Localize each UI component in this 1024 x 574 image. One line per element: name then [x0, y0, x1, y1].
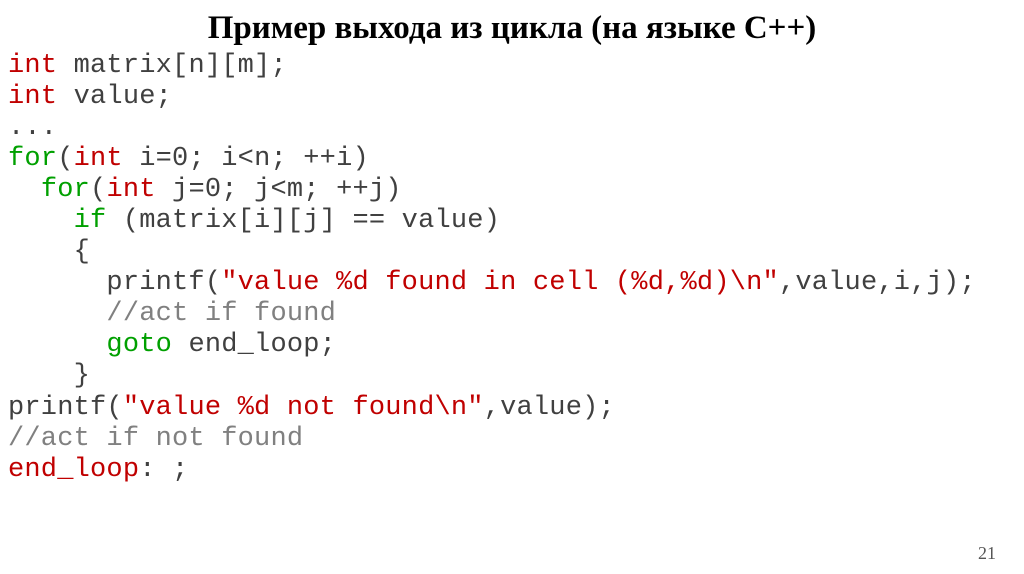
code-token: goto	[106, 330, 172, 360]
code-token: ...	[8, 113, 57, 143]
code-token: ,value);	[484, 393, 615, 423]
code-token: (matrix[i][j] == value)	[106, 206, 500, 236]
slide: Пример выхода из цикла (на языке С++) in…	[0, 10, 1024, 574]
code-token	[8, 330, 106, 360]
code-token: "value %d not found\n"	[123, 393, 484, 423]
code-token: (	[90, 175, 106, 205]
code-block: int matrix[n][m]; int value; ... for(int…	[0, 51, 1024, 486]
code-token	[8, 175, 41, 205]
code-token: j=0; j<m; ++j)	[156, 175, 402, 205]
code-token: "value %d found in cell (%d,%d)\n"	[221, 268, 779, 298]
code-token: value;	[57, 82, 172, 112]
code-token	[8, 206, 74, 236]
code-token: int	[8, 82, 57, 112]
code-token: matrix[n][m];	[57, 51, 287, 81]
code-token: : ;	[139, 455, 188, 485]
code-token: (	[57, 144, 73, 174]
code-token: for	[41, 175, 90, 205]
code-token: printf(	[8, 393, 123, 423]
code-token: for	[8, 144, 57, 174]
code-token: i=0; i<n; ++i)	[123, 144, 369, 174]
code-token: printf(	[8, 268, 221, 298]
code-token: end_loop;	[172, 330, 336, 360]
code-token	[8, 299, 106, 329]
code-token: }	[8, 361, 90, 391]
code-token: {	[8, 237, 90, 267]
code-token: if	[74, 206, 107, 236]
code-token: int	[106, 175, 155, 205]
code-token: end_loop	[8, 455, 139, 485]
code-token: //act if found	[106, 299, 336, 329]
code-token: ,value,i,j);	[779, 268, 976, 298]
page-number: 21	[978, 543, 996, 564]
slide-title: Пример выхода из цикла (на языке С++)	[0, 10, 1024, 47]
code-token: int	[74, 144, 123, 174]
code-token: //act if not found	[8, 424, 303, 454]
code-token: int	[8, 51, 57, 81]
